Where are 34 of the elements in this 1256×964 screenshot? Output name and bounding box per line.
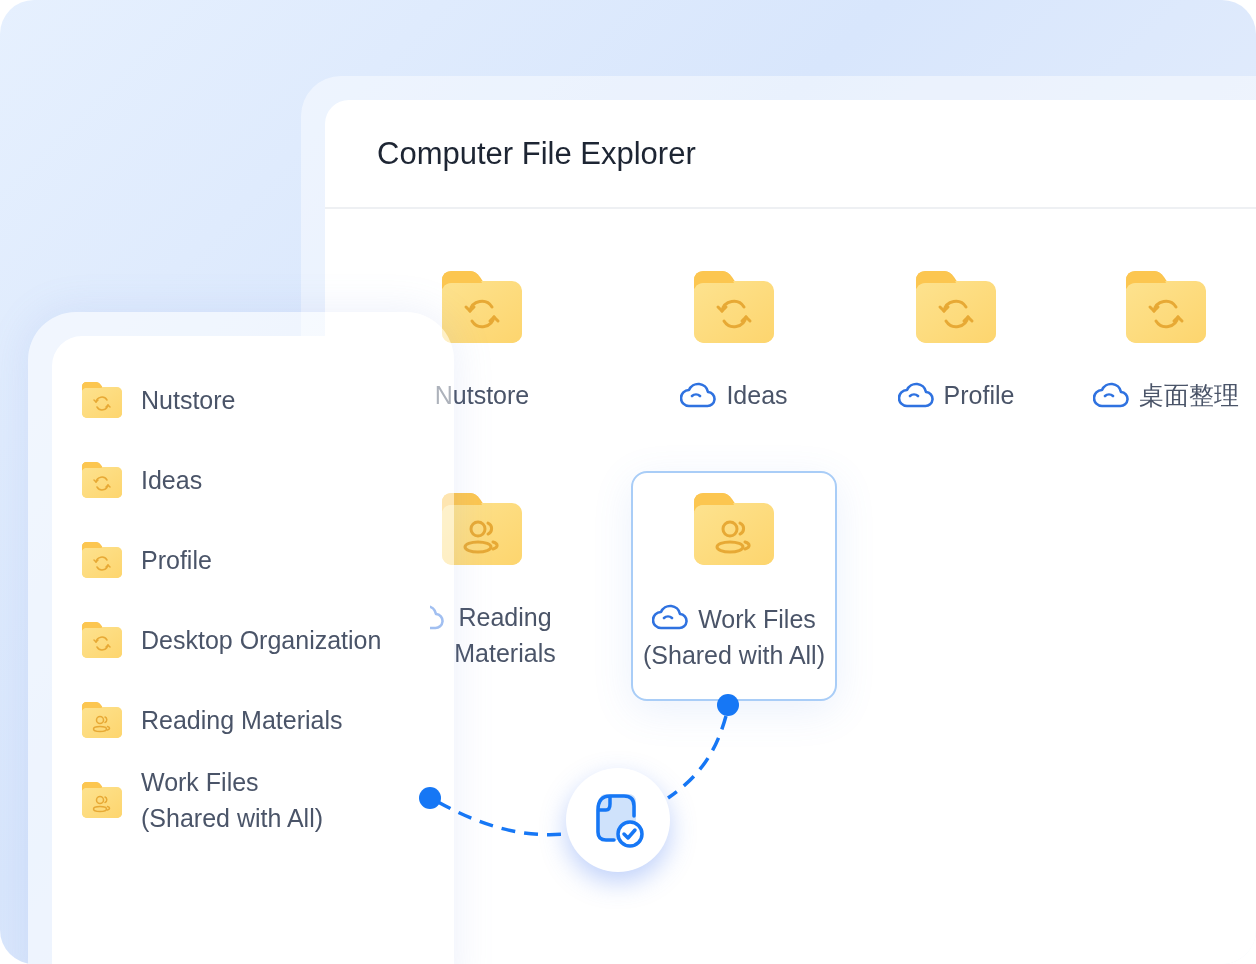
sidebar-item-label: Ideas: [141, 465, 203, 496]
folder-icon: [442, 493, 522, 565]
folder-name: Profile: [943, 380, 1015, 411]
connector-dot: [717, 694, 739, 716]
folder-icon: [694, 493, 774, 565]
folder-icon: [1126, 271, 1206, 343]
sidebar-item-label: Nutstore: [141, 385, 236, 416]
sidebar-item[interactable]: Desktop Organization: [82, 622, 382, 658]
folder-tile[interactable]: Work Files (Shared with All): [631, 471, 837, 701]
connector-dot: [419, 787, 441, 809]
folder-icon: [82, 622, 122, 658]
window-title: Computer File Explorer: [377, 135, 696, 172]
folder-name: 桌面整理: [1139, 380, 1239, 411]
folder-icon: [82, 782, 122, 818]
folder-name: Nutstore: [434, 380, 530, 411]
sidebar-item[interactable]: Work Files (Shared with All): [82, 764, 324, 836]
folder-icon: [916, 271, 996, 343]
sidebar-item[interactable]: Reading Materials: [82, 702, 343, 738]
folder-icon: [82, 702, 122, 738]
folder-name: Reading Materials: [454, 602, 556, 669]
folder-icon: [82, 542, 122, 578]
sidebar-item[interactable]: Ideas: [82, 462, 203, 498]
sidebar-item[interactable]: Nutstore: [82, 382, 236, 418]
folder-icon: [694, 271, 774, 343]
folder-icon: [442, 271, 522, 343]
sidebar-item-label: Work Files (Shared with All): [141, 767, 324, 834]
folder-icon: [82, 382, 122, 418]
sidebar-item-label: Profile: [141, 545, 212, 576]
sidebar-item-label: Reading Materials: [141, 705, 343, 736]
folder-icon: [82, 462, 122, 498]
folder-name: Work Files (Shared with All): [643, 605, 825, 669]
sidebar-item-label: Desktop Organization: [141, 625, 382, 656]
sidebar-item[interactable]: Profile: [82, 542, 212, 578]
folder-name: Ideas: [726, 380, 788, 411]
